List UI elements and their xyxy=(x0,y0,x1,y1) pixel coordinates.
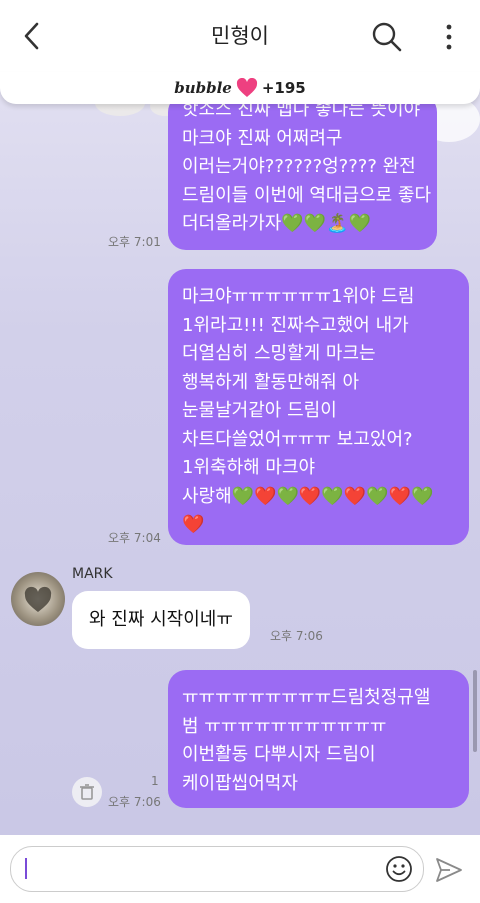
chat-header: 민형이 xyxy=(0,0,480,72)
bubble-logo: bubble xyxy=(174,79,232,97)
message-time: 오후 7:01 xyxy=(108,235,161,249)
unread-count: 1 xyxy=(151,774,159,788)
sent-message[interactable]: 핫소스 진짜 맵나 좋나는 뜻이야 마크야 진짜 어쩌려구 이러는거야?????… xyxy=(168,94,437,250)
text-cursor xyxy=(25,858,27,879)
message-time: 오후 7:06 xyxy=(108,795,161,809)
smiley-icon[interactable] xyxy=(385,855,413,883)
message-time: 오후 7:06 xyxy=(270,629,323,643)
delete-button[interactable] xyxy=(72,777,102,807)
search-icon[interactable] xyxy=(370,20,404,54)
received-message[interactable]: 와 진짜 시작이네ㅠ xyxy=(72,591,250,649)
avatar-heart-icon xyxy=(24,586,52,612)
sender-name: MARK xyxy=(72,566,113,582)
page-title: 민형이 xyxy=(211,24,269,48)
message-input[interactable] xyxy=(10,846,424,892)
more-vertical-icon[interactable] xyxy=(437,20,461,54)
bubble-status-bar[interactable]: bubble +195 xyxy=(0,72,480,104)
avatar[interactable] xyxy=(11,572,65,626)
sent-message[interactable]: 마크야ㅠㅠㅠㅠㅠㅠ1위야 드림 1위라고!!! 진짜수고했어 내가 더열심히 스… xyxy=(168,269,469,545)
scrollbar[interactable] xyxy=(473,670,477,752)
heart-icon xyxy=(236,78,257,97)
send-icon[interactable] xyxy=(434,855,464,885)
message-time: 오후 7:04 xyxy=(108,531,161,545)
sent-message[interactable]: ㅠㅠㅠㅠㅠㅠㅠㅠㅠ드림첫정규앨 범 ㅠㅠㅠㅠㅠㅠㅠㅠㅠㅠㅠ 이번활동 다뿌시자 … xyxy=(168,670,469,808)
composer-bar xyxy=(0,835,480,903)
bubble-count: +195 xyxy=(261,79,306,97)
trash-icon xyxy=(80,784,94,800)
